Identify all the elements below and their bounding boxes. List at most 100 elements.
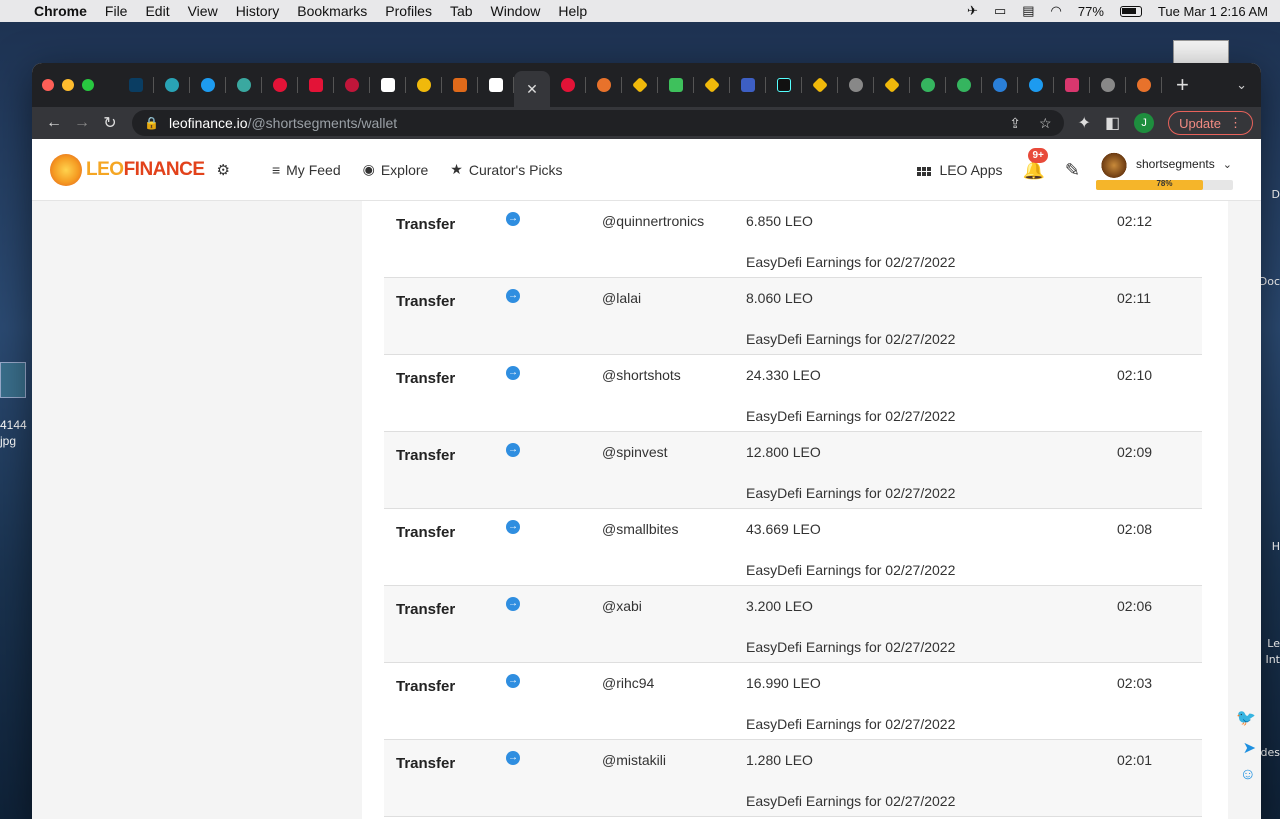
tab-binance[interactable] <box>802 63 838 107</box>
transaction-counterparty[interactable]: @lalai <box>602 290 641 306</box>
kebab-menu-icon: ⋮ <box>1229 115 1242 130</box>
leo-apps-button[interactable]: LEO Apps <box>916 162 1002 178</box>
menubar-clock[interactable]: Tue Mar 1 2:16 AM <box>1158 4 1268 19</box>
airplay-icon[interactable]: ▭ <box>994 3 1006 19</box>
desktop-label-h[interactable]: H <box>1272 540 1280 553</box>
tab-twitter[interactable] <box>1018 63 1054 107</box>
compose-pencil-icon[interactable]: ✎ <box>1065 160 1080 181</box>
menu-app-name[interactable]: Chrome <box>34 3 87 19</box>
transaction-counterparty[interactable]: @xabi <box>602 598 642 614</box>
tab-twitter[interactable] <box>190 63 226 107</box>
tab-favicon[interactable] <box>1126 63 1162 107</box>
profile-avatar[interactable]: J <box>1134 113 1155 133</box>
transaction-counterparty[interactable]: @shortshots <box>602 367 681 383</box>
lock-icon[interactable]: 🔒 <box>144 116 159 130</box>
tab-favicon[interactable] <box>406 63 442 107</box>
nav-explore[interactable]: ◉ Explore <box>363 161 429 178</box>
tab-favicon[interactable] <box>730 63 766 107</box>
telegram-share-icon[interactable]: ➤ <box>1243 738 1256 758</box>
tab-favicon[interactable] <box>838 63 874 107</box>
nav-my-feed[interactable]: ≡ My Feed <box>272 162 341 178</box>
tab-favicon[interactable] <box>658 63 694 107</box>
desktop-image-thumbnail[interactable] <box>0 362 26 398</box>
menu-bookmarks[interactable]: Bookmarks <box>297 3 367 19</box>
share-icon[interactable]: ⇪ <box>1009 115 1021 132</box>
tab-favicon[interactable] <box>946 63 982 107</box>
zoom-window-button[interactable] <box>82 79 94 91</box>
menu-history[interactable]: History <box>236 3 280 19</box>
twitter-icon <box>201 78 215 92</box>
desktop-label-d[interactable]: D <box>1272 188 1280 201</box>
menu-file[interactable]: File <box>105 3 128 19</box>
tab-favicon[interactable] <box>442 63 478 107</box>
bookmark-star-icon[interactable]: ☆ <box>1039 115 1052 132</box>
menu-view[interactable]: View <box>188 3 218 19</box>
tab-hive[interactable] <box>262 63 298 107</box>
transaction-counterparty[interactable]: @mistakili <box>602 752 666 768</box>
tab-hive[interactable] <box>298 63 334 107</box>
battery-icon[interactable] <box>1119 5 1142 17</box>
tab-tiktok[interactable] <box>766 63 802 107</box>
user-menu[interactable]: shortsegments ⌄ 78% <box>1096 150 1233 190</box>
menu-profiles[interactable]: Profiles <box>385 3 432 19</box>
transaction-counterparty[interactable]: @quinnertronics <box>602 213 704 229</box>
reload-icon[interactable]: ↻ <box>96 113 124 133</box>
address-bar[interactable]: 🔒 leofinance.io /@shortsegments/wallet ⇪… <box>132 110 1064 136</box>
menu-tab[interactable]: Tab <box>450 3 473 19</box>
tab-favicon[interactable] <box>154 63 190 107</box>
tab-hive[interactable] <box>334 63 370 107</box>
tab-favicon[interactable] <box>586 63 622 107</box>
site-nav: ≡ My Feed ◉ Explore ★ Curator's Picks <box>272 161 563 178</box>
desktop-label-le[interactable]: Le <box>1267 637 1280 650</box>
back-arrow-icon[interactable]: ← <box>40 114 68 132</box>
settings-gear-icon[interactable]: ⚙ <box>217 161 230 179</box>
twitter-share-icon[interactable]: 🐦 <box>1236 708 1256 728</box>
battery-percent[interactable]: 77% <box>1078 4 1104 19</box>
minimize-window-button[interactable] <box>62 79 74 91</box>
transaction-counterparty[interactable]: @smallbites <box>602 521 678 537</box>
tab-favicon[interactable] <box>478 63 514 107</box>
tab-favicon[interactable] <box>226 63 262 107</box>
transaction-time: 02:09 <box>1117 444 1153 460</box>
tab-favicon[interactable] <box>910 63 946 107</box>
transaction-amount: 6.850 LEO <box>746 213 813 229</box>
tab-favicon[interactable] <box>1090 63 1126 107</box>
desktop-file-label[interactable]: 4144 <box>0 418 27 432</box>
transaction-counterparty[interactable]: @spinvest <box>602 444 668 460</box>
nav-curators-picks[interactable]: ★ Curator's Picks <box>450 161 562 178</box>
new-tab-button[interactable]: + <box>1176 72 1189 98</box>
transaction-counterparty[interactable]: @rihc94 <box>602 675 654 691</box>
tab-favicon[interactable] <box>982 63 1018 107</box>
wifi-icon[interactable]: ◠ <box>1051 3 1062 19</box>
tab-binance[interactable] <box>694 63 730 107</box>
clipboard-icon[interactable]: ▤ <box>1022 3 1034 19</box>
discord-share-icon[interactable]: ☺ <box>1240 766 1256 784</box>
side-panel-icon[interactable]: ◧ <box>1105 113 1120 133</box>
close-window-button[interactable] <box>42 79 54 91</box>
extensions-puzzle-icon[interactable]: ✦ <box>1078 113 1091 133</box>
transaction-type: Transfer <box>396 524 456 541</box>
desktop-label-int[interactable]: Int <box>1265 653 1280 666</box>
tab-binance[interactable] <box>622 63 658 107</box>
lasso-tool-icon[interactable]: ✈ <box>967 3 978 19</box>
tab-binance[interactable] <box>874 63 910 107</box>
menu-help[interactable]: Help <box>558 3 587 19</box>
desktop-label-doc[interactable]: Doc <box>1259 275 1280 288</box>
tab-favicon[interactable] <box>118 63 154 107</box>
table-row: Transfer @mistakili 1.280 LEO EasyDefi Earn… <box>384 740 1202 817</box>
menu-window[interactable]: Window <box>491 3 541 19</box>
update-button[interactable]: Update ⋮ <box>1168 111 1253 135</box>
tab-favicon[interactable] <box>1054 63 1090 107</box>
tab-favicon[interactable] <box>550 63 586 107</box>
notifications-bell-icon[interactable]: 🔔 9+ <box>1022 147 1048 181</box>
leofinance-logo[interactable]: LEOFINANCE <box>50 153 205 186</box>
url-path: /@shortsegments/wallet <box>247 115 398 131</box>
tab-search-chevron-icon[interactable]: ⌄ <box>1236 77 1247 93</box>
menu-edit[interactable]: Edit <box>145 3 169 19</box>
desktop-label-des[interactable]: des <box>1261 746 1280 759</box>
transfer-arrow-icon: → <box>506 443 520 457</box>
forward-arrow-icon[interactable]: → <box>68 114 96 132</box>
tab-favicon[interactable] <box>370 63 406 107</box>
tab-active-close-icon[interactable]: ✕ <box>514 71 550 107</box>
desktop-file-extension[interactable]: jpg <box>0 434 16 448</box>
